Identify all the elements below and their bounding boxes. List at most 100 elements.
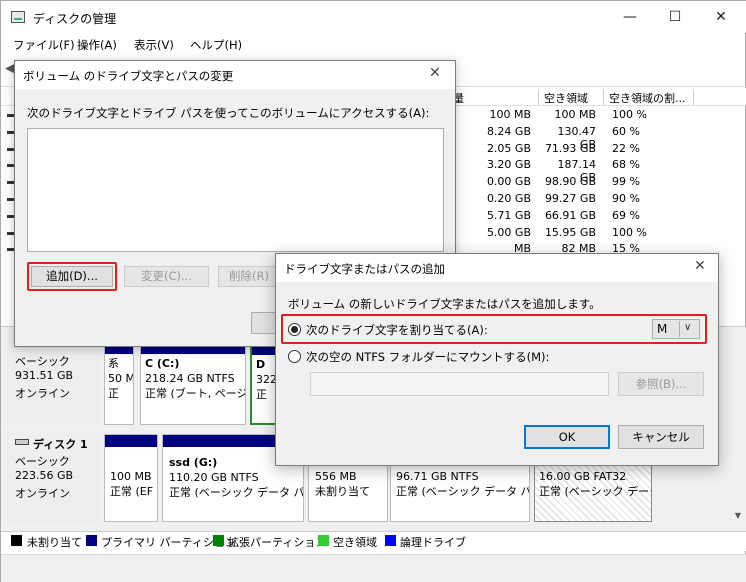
mount-folder-label[interactable]: 次の空の NTFS フォルダーにマウントする(M): <box>306 349 549 365</box>
volume-cell: 2.05 GB <box>486 141 531 155</box>
legend-primary-swatch <box>86 535 97 546</box>
partition-size: 16.00 GB FAT32 <box>539 470 627 483</box>
partition-size: 50 M <box>108 372 133 385</box>
change-button[interactable]: 変更(C)... <box>124 266 209 287</box>
disk-icon <box>15 439 29 445</box>
disk-1-name: ディスク 1 <box>33 438 88 451</box>
partition-status: 未割り当て <box>315 485 370 498</box>
dialog-title: ドライブ文字またはパスの追加 <box>284 262 445 276</box>
add-drive-letter-dialog: ドライブ文字またはパスの追加 ✕ ボリューム の新しいドライブ文字またはパスを追… <box>275 253 719 466</box>
column-divider[interactable] <box>538 89 539 105</box>
drive-path-list[interactable] <box>27 128 444 252</box>
disk-0-label[interactable]: ベーシック 931.51 GB オンライン <box>7 341 101 425</box>
legend-logical-swatch <box>385 535 396 546</box>
partition-size: 96.71 GB NTFS <box>396 470 479 483</box>
partition-name: 系 <box>108 357 119 370</box>
ok-button[interactable]: OK <box>524 425 610 449</box>
volume-cell: 69 % <box>612 208 640 222</box>
legend-unallocated: 未割り当て <box>27 536 82 549</box>
assign-letter-radio[interactable] <box>288 323 301 336</box>
volume-cell: 66.91 GB <box>544 208 596 222</box>
volume-cell: 100 % <box>612 108 647 121</box>
volume-cell: 71.93 GB <box>544 141 596 155</box>
scroll-down-icon[interactable]: ▼ <box>733 511 743 521</box>
partition-name: C (C:) <box>145 357 180 370</box>
volume-cell: 99.27 GB <box>544 192 596 205</box>
dialog-close-icon[interactable]: ✕ <box>429 65 441 81</box>
partition-status: 正常 (EF <box>110 485 154 498</box>
close-button[interactable]: ✕ <box>698 1 744 33</box>
dialog-description: 次のドライブ文字とドライブ パスを使ってこのボリュームにアクセスする(A): <box>27 106 430 120</box>
volume-cell: 90 % <box>612 192 640 205</box>
column-divider[interactable] <box>693 89 694 105</box>
disk-1-status: オンライン <box>15 487 70 500</box>
mount-folder-radio[interactable] <box>288 350 301 363</box>
disk-management-icon <box>11 11 25 23</box>
menu-action[interactable]: 操作(A) <box>77 37 117 53</box>
menu-file[interactable]: ファイル(F) <box>13 37 75 53</box>
disk-1-type: ベーシック <box>15 455 70 468</box>
volume-cell: 5.00 GB <box>486 225 531 239</box>
minimize-button[interactable]: — <box>607 1 653 33</box>
partition-status: 正常 (ベーシック データ パー <box>169 486 303 499</box>
column-free-percent[interactable]: 空き領域の割... <box>609 90 686 106</box>
add-button[interactable]: 追加(D)... <box>31 266 113 287</box>
volume-cell: 0.00 GB <box>486 175 531 189</box>
disk-0-status: オンライン <box>15 387 70 400</box>
status-bar <box>1 554 746 582</box>
partition-status: 正常 (ブート, ページ <box>145 387 245 400</box>
window-title: ディスクの管理 <box>33 12 117 26</box>
remove-button[interactable]: 削除(R) <box>218 266 280 287</box>
dialog-close-icon[interactable]: ✕ <box>694 258 706 274</box>
volume-cell: 5.71 GB <box>486 208 531 222</box>
column-free-space[interactable]: 空き領域 <box>544 90 588 106</box>
dialog-title-bar: ドライブ文字またはパスの追加 ✕ <box>276 254 718 282</box>
partition-size: 218.24 GB NTFS <box>145 372 235 385</box>
partition-status: 正 <box>108 387 119 400</box>
menu-view[interactable]: 表示(V) <box>134 37 174 53</box>
column-divider[interactable] <box>603 89 604 105</box>
volume-cell: 68 % <box>612 158 640 172</box>
mount-folder-path-input[interactable] <box>310 372 609 396</box>
legend-free: 空き領域 <box>333 536 377 549</box>
volume-cell: 8.24 GB <box>486 124 531 138</box>
volume-cell: 99 % <box>612 175 640 189</box>
legend-free-swatch <box>318 535 329 546</box>
cancel-button[interactable]: キャンセル <box>618 425 704 449</box>
partition-size: 322 <box>256 373 277 386</box>
assign-letter-label[interactable]: 次のドライブ文字を割り当てる(A): <box>306 322 488 338</box>
legend-extended-swatch <box>213 535 224 546</box>
disk-0-size: 931.51 GB <box>15 369 74 382</box>
disk-0-type: ベーシック <box>15 355 70 368</box>
partition-name: D <box>256 358 266 371</box>
disk-1-label[interactable]: ディスク 1 ベーシック 223.56 GB オンライン <box>7 433 101 523</box>
maximize-button[interactable]: ☐ <box>652 1 698 33</box>
title-bar: ディスクの管理 — ☐ ✕ <box>1 1 746 33</box>
volume-cell: 15.95 GB <box>544 225 596 239</box>
volume-cell: 22 % <box>612 141 640 155</box>
volume-cell: 3.20 GB <box>486 158 531 172</box>
partition-status: 正常 (ベーシック データ <box>539 485 651 498</box>
disk-0-system-partition[interactable]: 系 50 M 正 <box>104 341 134 425</box>
volume-cell: 60 % <box>612 124 640 138</box>
disk-0-c-partition[interactable]: C (C:) 218.24 GB NTFS 正常 (ブート, ページ <box>140 341 246 425</box>
drive-letter-select[interactable]: M ∨ <box>652 319 700 339</box>
menu-help[interactable]: ヘルプ(H) <box>190 37 242 53</box>
legend-extended: 拡張パーティション <box>228 536 327 549</box>
partition-size: 100 MB <box>110 470 152 483</box>
partition-status: 正 <box>256 388 267 401</box>
volume-cell: 98.90 GB <box>544 175 596 189</box>
partition-size: 556 MB <box>315 470 357 483</box>
volume-cell: 100 % <box>612 225 647 239</box>
dialog-title: ボリューム のドライブ文字とパスの変更 <box>23 69 234 83</box>
vertical-scrollbar[interactable]: ▼ <box>730 331 746 529</box>
chevron-down-icon: ∨ <box>684 322 692 333</box>
browse-button[interactable]: 参照(B)... <box>618 372 704 396</box>
legend-logical: 論理ドライブ <box>400 536 466 549</box>
volume-cell: 100 MB <box>554 108 596 121</box>
disk-1-size: 223.56 GB <box>15 469 74 482</box>
disk-1-efi-partition[interactable]: 100 MB 正常 (EF <box>104 434 158 522</box>
volume-cell: 0.20 GB <box>486 192 531 205</box>
dialog-title-bar: ボリューム のドライブ文字とパスの変更 ✕ <box>15 61 455 89</box>
dialog-intro: ボリューム の新しいドライブ文字またはパスを追加します。 <box>288 297 601 311</box>
